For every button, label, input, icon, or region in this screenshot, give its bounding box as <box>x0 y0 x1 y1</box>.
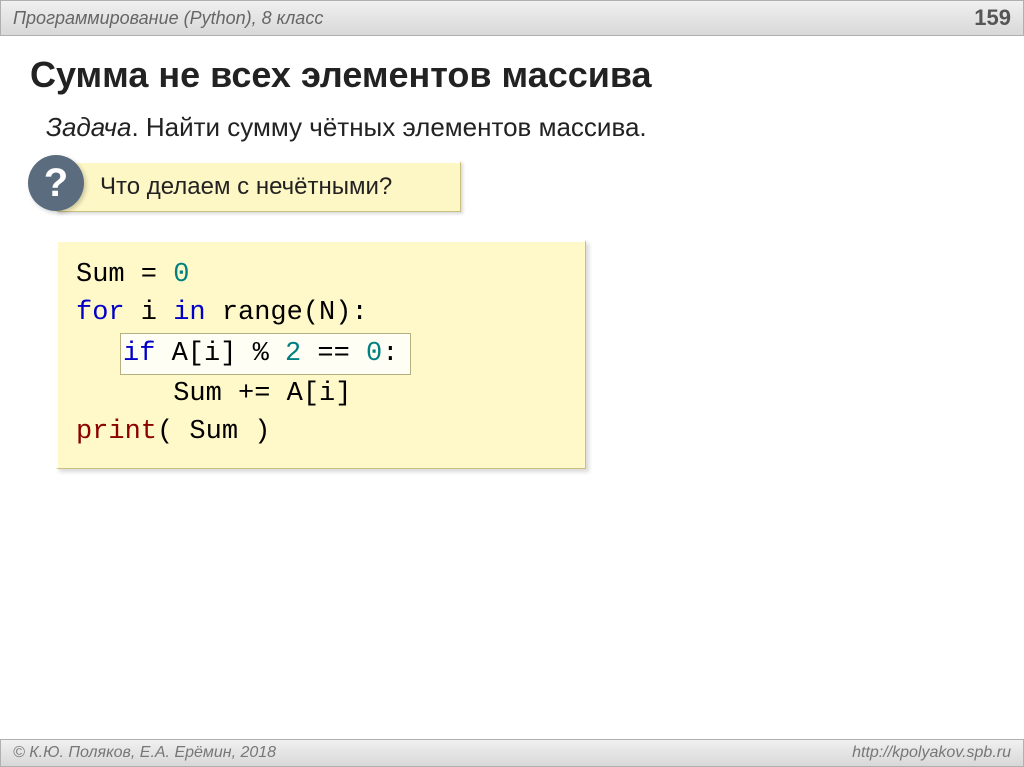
question-box: ? Что делаем с нечётными? <box>56 161 461 212</box>
question-mark-icon: ? <box>28 155 84 211</box>
course-label: Программирование (Python), 8 класс <box>13 8 323 29</box>
code-block: Sum = 0 for i in range(N): if A[i] % 2 =… <box>56 240 586 469</box>
task-line: Задача. Найти сумму чётных элементов мас… <box>0 106 1024 161</box>
code-line-5: print( Sum ) <box>76 413 567 451</box>
question-text: Что делаем с нечётными? <box>56 161 461 212</box>
footer-bar: © К.Ю. Поляков, Е.А. Ерёмин, 2018 http:/… <box>0 739 1024 767</box>
copyright: © К.Ю. Поляков, Е.А. Ерёмин, 2018 <box>13 744 276 762</box>
task-label: Задача <box>46 112 131 142</box>
page-title: Сумма не всех элементов массива <box>0 36 1024 106</box>
page-number: 159 <box>974 5 1011 31</box>
task-text: . Найти сумму чётных элементов массива. <box>131 112 646 142</box>
code-line-2: for i in range(N): <box>76 294 567 332</box>
code-line-4: Sum += A[i] <box>76 375 567 413</box>
footer-url: http://kpolyakov.spb.ru <box>852 744 1011 762</box>
code-line-3: if A[i] % 2 == 0: <box>76 333 567 375</box>
header-bar: Программирование (Python), 8 класс 159 <box>0 0 1024 36</box>
code-line-1: Sum = 0 <box>76 256 567 294</box>
